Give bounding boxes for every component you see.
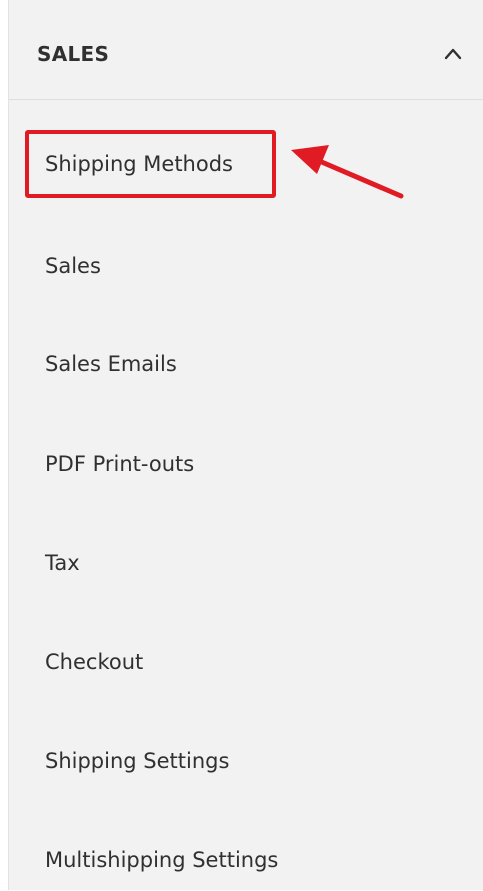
nav-item-shipping-settings[interactable]: Shipping Settings [9, 732, 483, 792]
config-sidebar-panel: SALES Shipping Methods Sales Sales Email… [8, 0, 483, 890]
nav-item-label: Sales Emails [45, 352, 177, 376]
nav-item-checkout[interactable]: Checkout [9, 633, 483, 693]
nav-item-sales-emails[interactable]: Sales Emails [9, 335, 483, 395]
sales-section-header[interactable]: SALES [9, 0, 483, 100]
nav-item-multishipping-settings[interactable]: Multishipping Settings [9, 831, 483, 891]
nav-item-label: Sales [45, 254, 101, 278]
nav-item-label: Shipping Methods [45, 152, 233, 176]
nav-item-sales[interactable]: Sales [9, 237, 483, 297]
nav-item-label: PDF Print-outs [45, 452, 195, 476]
nav-item-label: Checkout [45, 650, 144, 674]
nav-item-label: Shipping Settings [45, 749, 230, 773]
chevron-up-icon[interactable] [441, 42, 465, 66]
nav-item-pdf-print-outs[interactable]: PDF Print-outs [9, 435, 483, 495]
nav-item-shipping-methods[interactable]: Shipping Methods [9, 135, 483, 195]
section-title: SALES [37, 42, 110, 66]
nav-item-label: Tax [45, 551, 80, 575]
nav-item-label: Multishipping Settings [45, 848, 279, 872]
nav-item-tax[interactable]: Tax [9, 534, 483, 594]
